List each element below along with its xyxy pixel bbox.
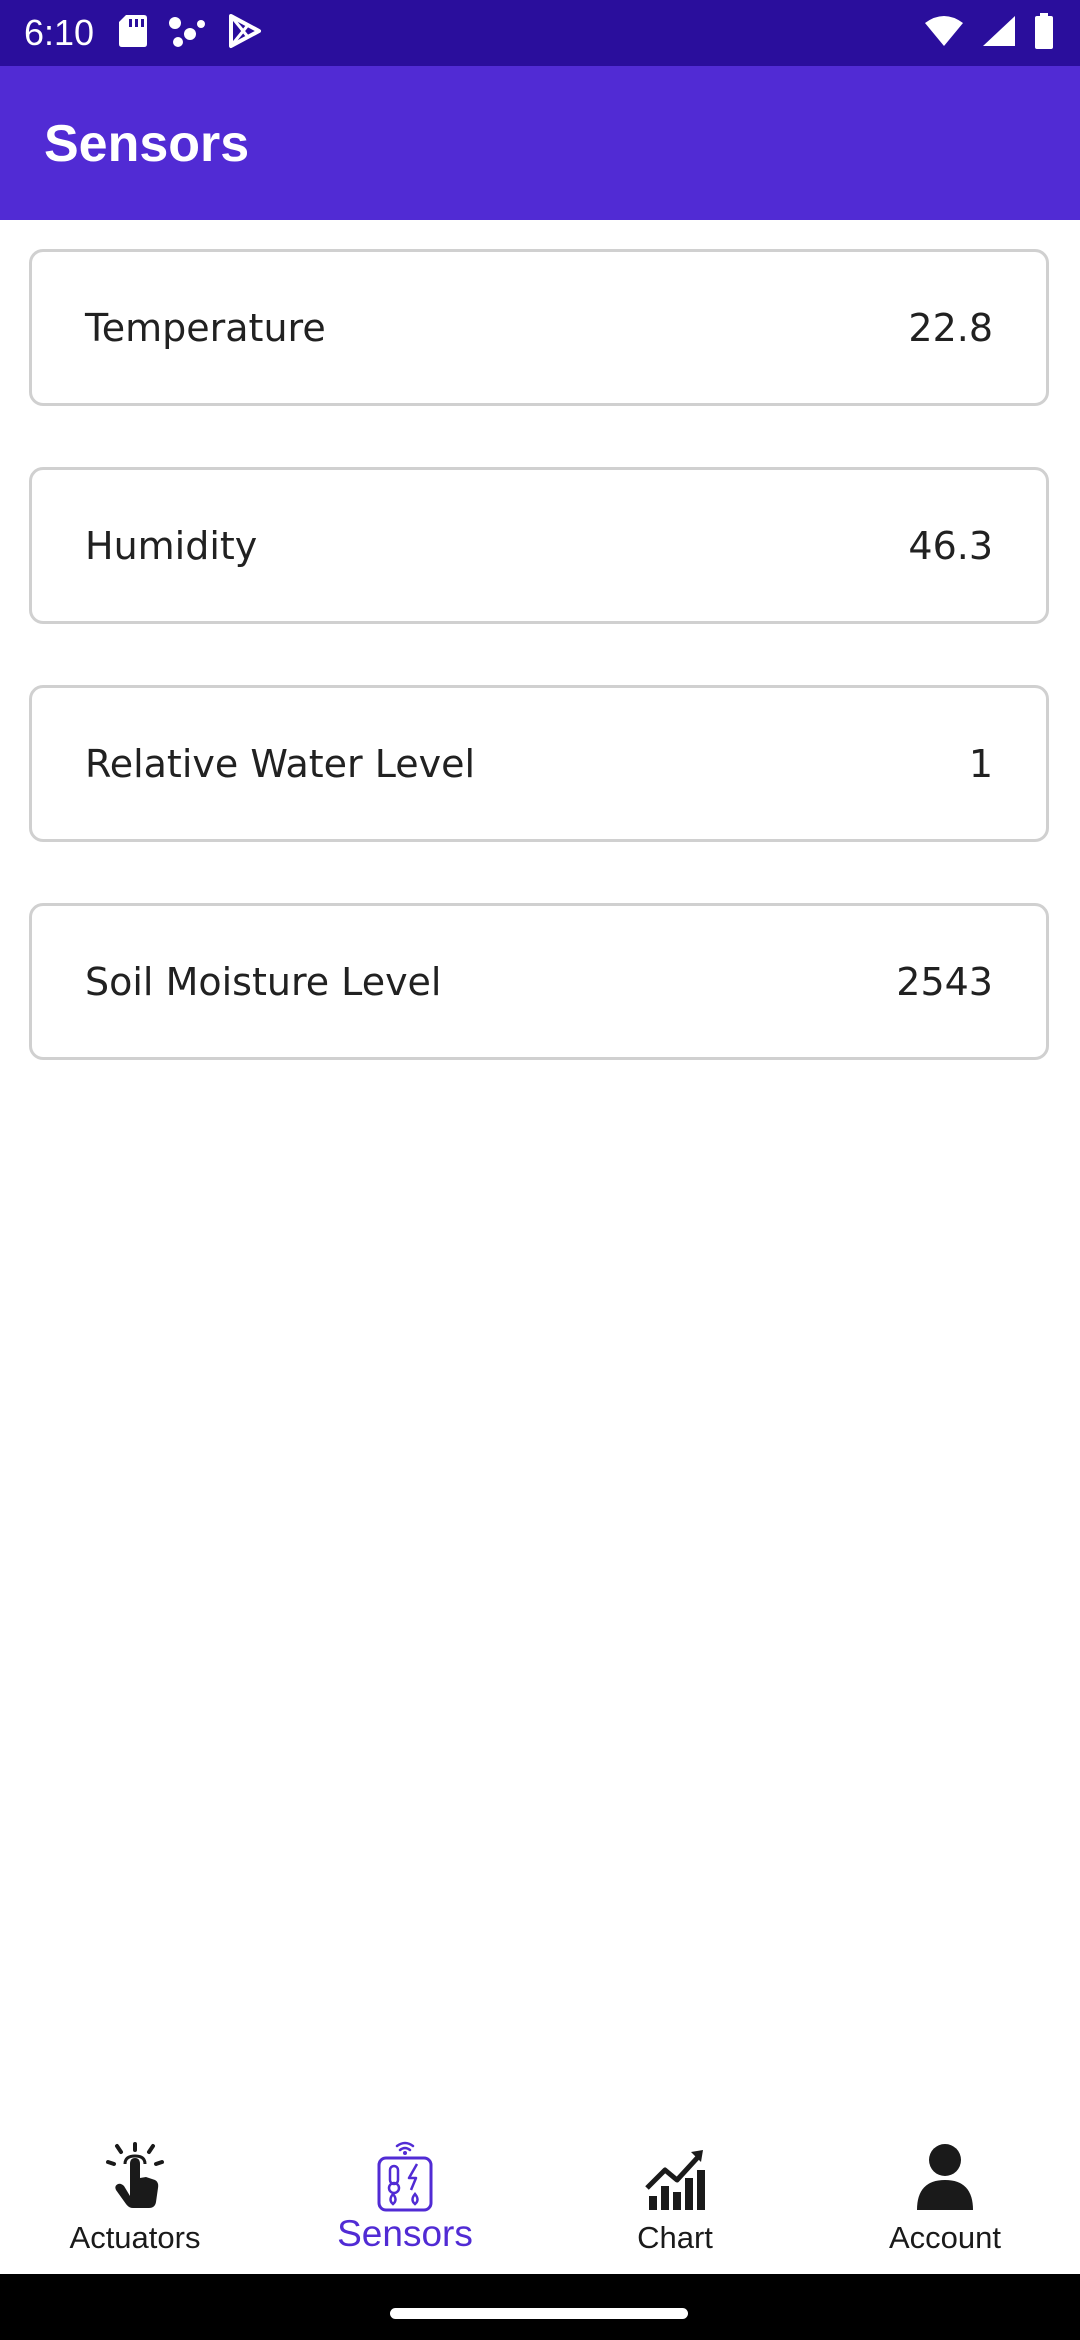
play-store-icon	[226, 13, 262, 54]
tab-label: Sensors	[337, 2213, 473, 2254]
sensor-label: Soil Moisture Level	[85, 959, 442, 1004]
gesture-nav-bar	[0, 2274, 1080, 2340]
sd-card-icon	[118, 14, 148, 53]
chart-icon	[639, 2140, 711, 2212]
sensor-card-relative-water-level[interactable]: Relative Water Level 1	[29, 685, 1049, 842]
tab-label: Actuators	[69, 2220, 201, 2255]
sensor-card-soil-moisture-level[interactable]: Soil Moisture Level 2543	[29, 903, 1049, 1060]
status-bar: 6:10	[0, 0, 1080, 66]
status-time: 6:10	[24, 12, 95, 53]
sensor-value: 2543	[896, 959, 993, 1004]
signal-icon	[982, 15, 1016, 52]
tab-chart[interactable]: Chart	[540, 2114, 810, 2274]
sensor-value: 1	[968, 741, 993, 786]
page-title: Sensors	[44, 115, 250, 173]
sensor-label: Humidity	[85, 523, 258, 568]
sensor-label: Temperature	[85, 305, 326, 350]
sensor-label: Relative Water Level	[85, 741, 476, 786]
tab-sensors[interactable]: Sensors	[270, 2114, 540, 2274]
status-icons-left	[118, 13, 262, 54]
bottom-nav: Actuators Sensors Chart Account	[0, 2114, 1080, 2274]
tab-label: Account	[888, 2220, 1001, 2255]
sensor-card-temperature[interactable]: Temperature 22.8	[29, 249, 1049, 406]
tab-label: Chart	[637, 2220, 713, 2255]
sensor-value: 46.3	[908, 523, 993, 568]
battery-icon	[1034, 12, 1054, 54]
wifi-icon	[924, 15, 964, 52]
sensor-card-humidity[interactable]: Humidity 46.3	[29, 467, 1049, 624]
app-bar: Sensors	[0, 66, 1080, 220]
home-gesture-handle[interactable]	[390, 2308, 688, 2319]
sensor-value: 22.8	[908, 305, 993, 350]
tab-account[interactable]: Account	[810, 2114, 1080, 2274]
person-icon	[909, 2140, 981, 2212]
dots-icon	[168, 14, 206, 53]
tab-actuators[interactable]: Actuators	[0, 2114, 270, 2274]
sensors-icon	[369, 2140, 441, 2212]
touch-hand-icon	[99, 2140, 171, 2212]
status-icons-right	[924, 12, 1054, 54]
